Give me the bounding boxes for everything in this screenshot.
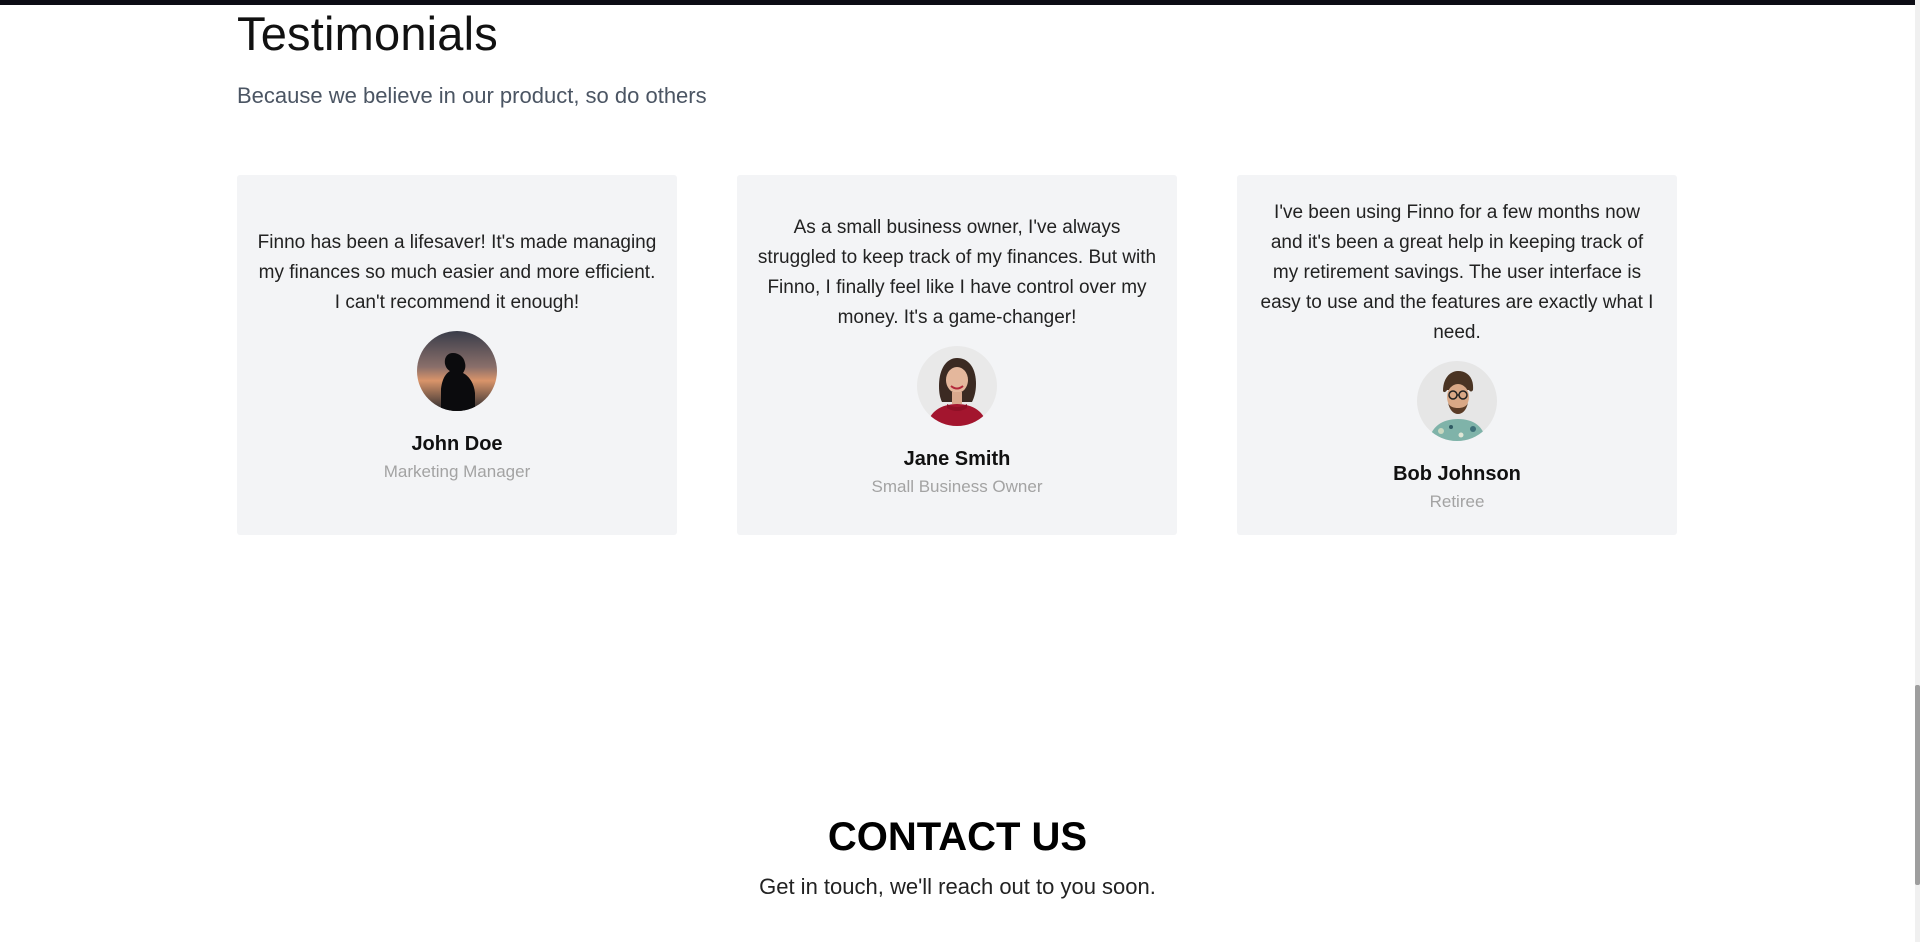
testimonial-name: John Doe [411, 433, 503, 455]
page: Testimonials Because we believe in our p… [0, 0, 1915, 942]
silhouette-sunset-avatar [417, 331, 497, 411]
testimonial-role: Retiree [1429, 492, 1485, 511]
testimonial-card: I've been using Finno for a few months n… [1237, 175, 1677, 535]
testimonial-quote: Finno has been a lifesaver! It's made ma… [257, 232, 657, 313]
testimonial-role: Marketing Manager [383, 462, 531, 481]
testimonial-quote: As a small business owner, I've always s… [757, 217, 1157, 328]
testimonial-name: Jane Smith [903, 448, 1011, 470]
contact-subtitle: Get in touch, we'll reach out to you soo… [759, 874, 1156, 899]
testimonials-title: Testimonials [237, 7, 498, 60]
man-glasses-avatar [1417, 361, 1497, 441]
woman-red-sweater-avatar [917, 346, 997, 426]
testimonials-subtitle: Because we believe in our product, so do… [237, 83, 707, 108]
testimonial-role: Small Business Owner [871, 477, 1043, 496]
testimonial-name: Bob Johnson [1393, 463, 1521, 485]
testimonial-card: Finno has been a lifesaver! It's made ma… [237, 175, 677, 535]
testimonial-quote: I've been using Finno for a few months n… [1260, 202, 1654, 343]
testimonials-grid: Finno has been a lifesaver! It's made ma… [237, 175, 1677, 535]
scrollbar-thumb[interactable] [1915, 685, 1920, 885]
contact-title: CONTACT US [827, 815, 1088, 859]
testimonial-card: As a small business owner, I've always s… [737, 175, 1177, 535]
